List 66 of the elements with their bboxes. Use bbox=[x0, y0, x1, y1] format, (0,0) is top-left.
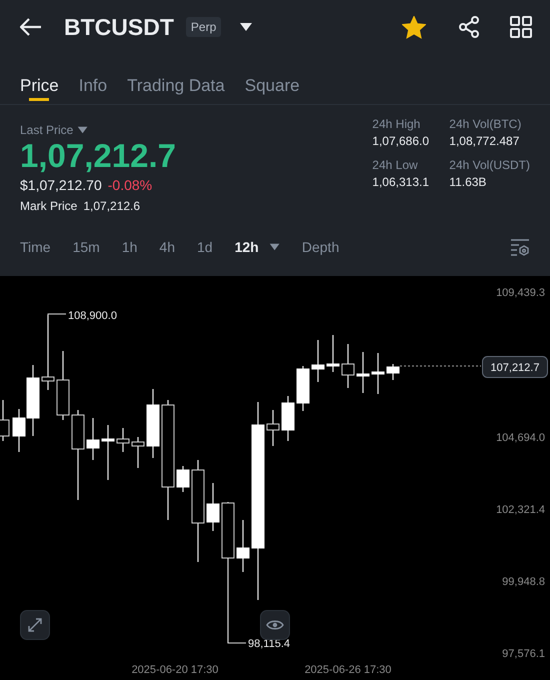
mark-price: 1,07,212.6 bbox=[83, 199, 140, 213]
time-axis-label: 2025-06-26 17:30 bbox=[304, 664, 392, 676]
stat-value: 1,08,772.487 bbox=[449, 134, 520, 148]
tab[interactable]: Info bbox=[78, 54, 108, 103]
candle bbox=[206, 483, 220, 531]
caret-icon bbox=[77, 126, 89, 134]
candle bbox=[356, 352, 370, 393]
interval-tab[interactable]: Depth bbox=[302, 238, 340, 254]
interval-tab[interactable]: 1d bbox=[196, 238, 213, 254]
candle bbox=[102, 425, 114, 480]
back-arrow-icon[interactable] bbox=[20, 18, 42, 36]
grid-menu-icon[interactable] bbox=[510, 16, 532, 38]
stat-label: 24h Vol(USDT) bbox=[449, 158, 530, 172]
price-axis-label: 99,948.8 bbox=[502, 576, 545, 588]
eye-icon[interactable] bbox=[260, 610, 290, 640]
stat-label: 24h Low bbox=[372, 158, 419, 172]
candle bbox=[266, 410, 280, 446]
symbol-title: BTCUSDT bbox=[64, 14, 174, 40]
interval-tab[interactable]: 15m bbox=[72, 238, 100, 254]
candle bbox=[386, 364, 400, 380]
price-axis-label: 109,439.3 bbox=[496, 287, 545, 299]
fullscreen-icon[interactable] bbox=[20, 610, 50, 640]
candle bbox=[146, 389, 160, 458]
current-price-tag: 107,212.7 bbox=[482, 356, 548, 378]
time-axis-label: 2025-06-20 17:30 bbox=[132, 664, 218, 676]
caret-icon bbox=[268, 242, 280, 250]
tab[interactable]: Trading Data bbox=[127, 54, 225, 103]
price-change: -0.08% bbox=[108, 177, 152, 193]
candle bbox=[56, 351, 70, 420]
candle bbox=[342, 344, 354, 388]
symbol-dropdown[interactable] bbox=[239, 22, 254, 32]
candle bbox=[176, 466, 190, 492]
stat-value: 1,06,313.1 bbox=[372, 175, 430, 189]
perp-tag: Perp bbox=[186, 17, 222, 37]
candle bbox=[282, 396, 294, 441]
usd-price: $1,07,212.70 bbox=[20, 177, 102, 193]
stat-value: 11.63B bbox=[449, 175, 488, 189]
low-price-marker: 98,115.4 bbox=[248, 638, 290, 650]
candle bbox=[372, 353, 384, 394]
candle bbox=[116, 428, 130, 452]
stat-value: 1,07,686.0 bbox=[372, 134, 430, 148]
price-axis-label: 104,694.0 bbox=[496, 432, 545, 444]
interval-tab[interactable]: 1h bbox=[122, 238, 138, 254]
chart-settings-icon[interactable] bbox=[510, 238, 530, 256]
last-price-label[interactable]: Last Price bbox=[20, 123, 176, 137]
interval-tab[interactable]: Time bbox=[20, 238, 51, 254]
candle bbox=[86, 418, 100, 460]
candle bbox=[326, 335, 340, 372]
share-icon[interactable] bbox=[458, 16, 480, 38]
last-price: 1,07,212.7 bbox=[20, 137, 176, 175]
stat-label: 24h Vol(BTC) bbox=[449, 117, 522, 131]
favorite-star-icon[interactable] bbox=[402, 16, 426, 38]
leader-line bbox=[48, 314, 66, 316]
candle bbox=[132, 437, 144, 468]
candle bbox=[296, 366, 310, 411]
price-axis-label: 102,321.4 bbox=[496, 504, 545, 516]
high-price-marker: 108,900.0 bbox=[68, 310, 117, 322]
tab[interactable]: Square bbox=[244, 54, 300, 103]
stat-label: 24h High bbox=[372, 117, 422, 131]
candle bbox=[236, 520, 250, 572]
mark-price-label: Mark Price bbox=[20, 199, 78, 213]
tab[interactable]: Price bbox=[20, 54, 59, 103]
interval-tab[interactable]: 12h bbox=[234, 238, 280, 254]
price-axis-label: 97,576.1 bbox=[502, 648, 545, 660]
candle bbox=[312, 340, 324, 382]
interval-tab[interactable]: 4h bbox=[159, 238, 175, 254]
